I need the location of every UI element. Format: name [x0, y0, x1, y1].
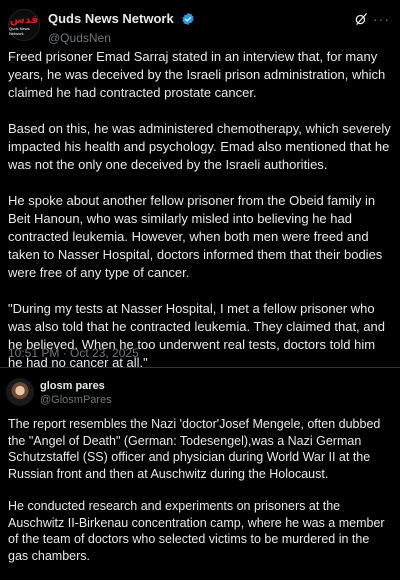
more-options-icon[interactable]: ···: [373, 12, 390, 26]
author-names: Quds News Network @QudsNen: [48, 10, 195, 45]
divider: [0, 367, 400, 368]
post-paragraph: "During my tests at Nasser Hospital, I m…: [8, 301, 385, 370]
reply-author-handle[interactable]: @GlosmPares: [40, 394, 112, 406]
grok-icon[interactable]: [354, 12, 368, 26]
avatar[interactable]: قدس Quds News Network: [8, 9, 40, 41]
post-text: Freed prisoner Emad Sarraj stated in an …: [8, 48, 392, 372]
avatar-logo-arabic: قدس: [9, 13, 39, 26]
post-paragraph: Based on this, he was administered chemo…: [8, 121, 391, 172]
avatar-logo-text: Quds News Network: [9, 26, 30, 36]
author-display-name[interactable]: Quds News Network: [48, 11, 174, 26]
reply-text: The report resembles the Nazi 'doctor'Jo…: [8, 416, 392, 580]
verified-badge-icon: [182, 12, 194, 25]
post-paragraph: He spoke about another fellow prisoner f…: [8, 193, 383, 280]
reply-author-names: glosm pares @GlosmPares: [40, 380, 112, 406]
post-timestamp[interactable]: 10:51 PM · Oct 23, 2025: [8, 346, 139, 360]
reply-paragraph: He conducted research and experiments on…: [8, 499, 385, 563]
reply-author-display-name[interactable]: glosm pares: [40, 380, 112, 392]
reply-avatar[interactable]: [6, 378, 34, 406]
post: قدس Quds News Network Quds News Network …: [0, 0, 400, 576]
post-header: قدس Quds News Network Quds News Network …: [8, 6, 392, 45]
author-handle[interactable]: @QudsNen: [48, 31, 195, 45]
reply-paragraph: The report resembles the Nazi 'doctor'Jo…: [8, 417, 381, 481]
post-paragraph: Freed prisoner Emad Sarraj stated in an …: [8, 49, 386, 100]
